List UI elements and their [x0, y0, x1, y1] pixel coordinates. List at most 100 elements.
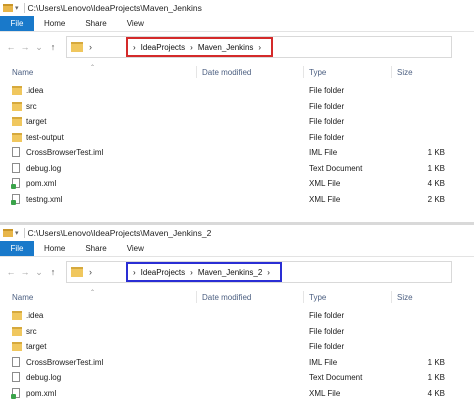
tab-share[interactable]: Share [75, 241, 116, 256]
column-header-name[interactable]: Name [12, 68, 33, 77]
address-root-chevron[interactable]: › [89, 267, 92, 277]
back-arrow-icon[interactable]: ← [4, 265, 18, 279]
ribbon-tabs: File Home Share View [0, 16, 474, 32]
column-divider[interactable] [303, 291, 304, 303]
list-item[interactable]: CrossBrowserTest.iml IML File 1 KB [0, 355, 474, 371]
column-header-date-modified[interactable]: Date modified [202, 293, 251, 302]
column-header-type[interactable]: Type [309, 293, 326, 302]
title-bar: ▾ C:\Users\Lenovo\IdeaProjects\Maven_Jen… [0, 0, 474, 16]
tab-file[interactable]: File [0, 241, 34, 256]
breadcrumb-highlight: › IdeaProjects › Maven_Jenkins › [126, 37, 274, 57]
recent-locations-chevron-icon[interactable]: ⌄ [32, 265, 46, 279]
title-divider [23, 3, 25, 13]
item-name: pom.xml [26, 388, 57, 398]
breadcrumb-maven-jenkins-2[interactable]: Maven_Jenkins_2 [198, 268, 262, 277]
list-item[interactable]: CrossBrowserTest.iml IML File 1 KB [0, 145, 474, 161]
xml-file-icon [11, 193, 20, 205]
item-name: src [26, 101, 37, 111]
list-item[interactable]: debug.log Text Document 1 KB [0, 161, 474, 177]
item-name: debug.log [26, 163, 62, 173]
list-item[interactable]: .idea File folder [0, 308, 474, 324]
file-icon [12, 162, 20, 173]
breadcrumb-ideaprojects[interactable]: IdeaProjects [141, 43, 185, 52]
item-name: target [26, 117, 47, 127]
up-arrow-icon[interactable]: ↑ [46, 265, 60, 279]
item-size: 1 KB [427, 373, 445, 383]
item-name: target [26, 342, 47, 352]
folder-icon [12, 86, 22, 95]
column-header-name[interactable]: Name [12, 293, 33, 302]
column-header-size[interactable]: Size [397, 293, 413, 302]
item-type: File folder [309, 342, 345, 352]
item-type: File folder [309, 132, 345, 142]
folder-icon [71, 267, 83, 277]
folder-icon [12, 326, 22, 336]
back-arrow-icon[interactable]: ← [4, 40, 18, 54]
address-bar[interactable]: › › IdeaProjects › Maven_Jenkins › [66, 36, 452, 58]
column-divider[interactable] [303, 66, 304, 78]
xml-file-icon [11, 178, 20, 189]
item-type: File folder [309, 311, 345, 321]
list-item[interactable]: target File folder [0, 114, 474, 130]
column-header-date-modified[interactable]: Date modified [202, 68, 251, 77]
list-item[interactable]: test-output File folder [0, 130, 474, 146]
explorer-window-maven-jenkins-2: ▾ C:\Users\Lenovo\IdeaProjects\Maven_Jen… [0, 225, 474, 407]
quick-access-dropdown-icon[interactable]: ▾ [15, 229, 19, 237]
tab-share[interactable]: Share [75, 16, 116, 31]
column-header-type[interactable]: Type [309, 68, 326, 77]
item-size: 1 KB [427, 148, 445, 158]
breadcrumb-ideaprojects[interactable]: IdeaProjects [141, 268, 185, 277]
file-icon [12, 372, 20, 382]
item-type: IML File [309, 357, 338, 367]
breadcrumb-separator[interactable]: › [133, 43, 136, 52]
tab-view[interactable]: View [117, 16, 154, 31]
item-type: File folder [309, 326, 345, 336]
tab-home[interactable]: Home [34, 241, 75, 256]
breadcrumb-maven-jenkins[interactable]: Maven_Jenkins [198, 43, 254, 52]
list-item[interactable]: src File folder [0, 324, 474, 340]
item-size: 4 KB [427, 388, 445, 398]
forward-arrow-icon[interactable]: → [18, 265, 32, 279]
breadcrumb-separator[interactable]: › [190, 268, 193, 277]
column-divider[interactable] [196, 291, 197, 303]
breadcrumb-separator[interactable]: › [133, 268, 136, 277]
recent-locations-chevron-icon[interactable]: ⌄ [32, 40, 46, 54]
column-divider[interactable] [196, 66, 197, 78]
item-name: test-output [26, 132, 64, 142]
up-arrow-icon[interactable]: ↑ [46, 40, 60, 54]
item-size: 4 KB [427, 179, 445, 189]
list-item[interactable]: testng.xml XML File 2 KB [0, 192, 474, 208]
forward-arrow-icon[interactable]: → [18, 40, 32, 54]
tab-view[interactable]: View [117, 241, 154, 256]
window-title: C:\Users\Lenovo\IdeaProjects\Maven_Jenki… [27, 3, 202, 13]
item-name: debug.log [26, 373, 62, 383]
column-headers: ⌃ Name Date modified Type Size [0, 289, 474, 305]
quick-access-dropdown-icon[interactable]: ▾ [15, 4, 19, 12]
sort-caret-icon: ⌃ [90, 290, 96, 296]
address-bar[interactable]: › › IdeaProjects › Maven_Jenkins_2 › [66, 261, 452, 283]
column-divider[interactable] [391, 291, 392, 303]
list-item[interactable]: debug.log Text Document 1 KB [0, 370, 474, 386]
folder-icon [3, 4, 13, 12]
tab-home[interactable]: Home [34, 16, 75, 31]
list-item[interactable]: pom.xml XML File 4 KB [0, 386, 474, 402]
item-type: XML File [309, 179, 341, 189]
folder-icon [12, 311, 22, 320]
column-headers: ⌃ Name Date modified Type Size [0, 64, 474, 80]
list-item[interactable]: target File folder [0, 339, 474, 355]
folder-icon [12, 132, 22, 142]
breadcrumb-highlight: › IdeaProjects › Maven_Jenkins_2 › [126, 262, 282, 282]
column-divider[interactable] [391, 66, 392, 78]
item-name: testng.xml [26, 194, 63, 204]
breadcrumb-separator[interactable]: › [267, 268, 270, 277]
tab-file[interactable]: File [0, 16, 34, 31]
list-item[interactable]: .idea File folder [0, 83, 474, 99]
breadcrumb-separator[interactable]: › [190, 43, 193, 52]
column-header-size[interactable]: Size [397, 68, 413, 77]
list-item[interactable]: src File folder [0, 99, 474, 115]
address-root-chevron[interactable]: › [89, 42, 92, 52]
item-name: CrossBrowserTest.iml [26, 148, 104, 158]
item-type: Text Document [309, 373, 363, 383]
breadcrumb-separator[interactable]: › [258, 43, 261, 52]
list-item[interactable]: pom.xml XML File 4 KB [0, 176, 474, 192]
